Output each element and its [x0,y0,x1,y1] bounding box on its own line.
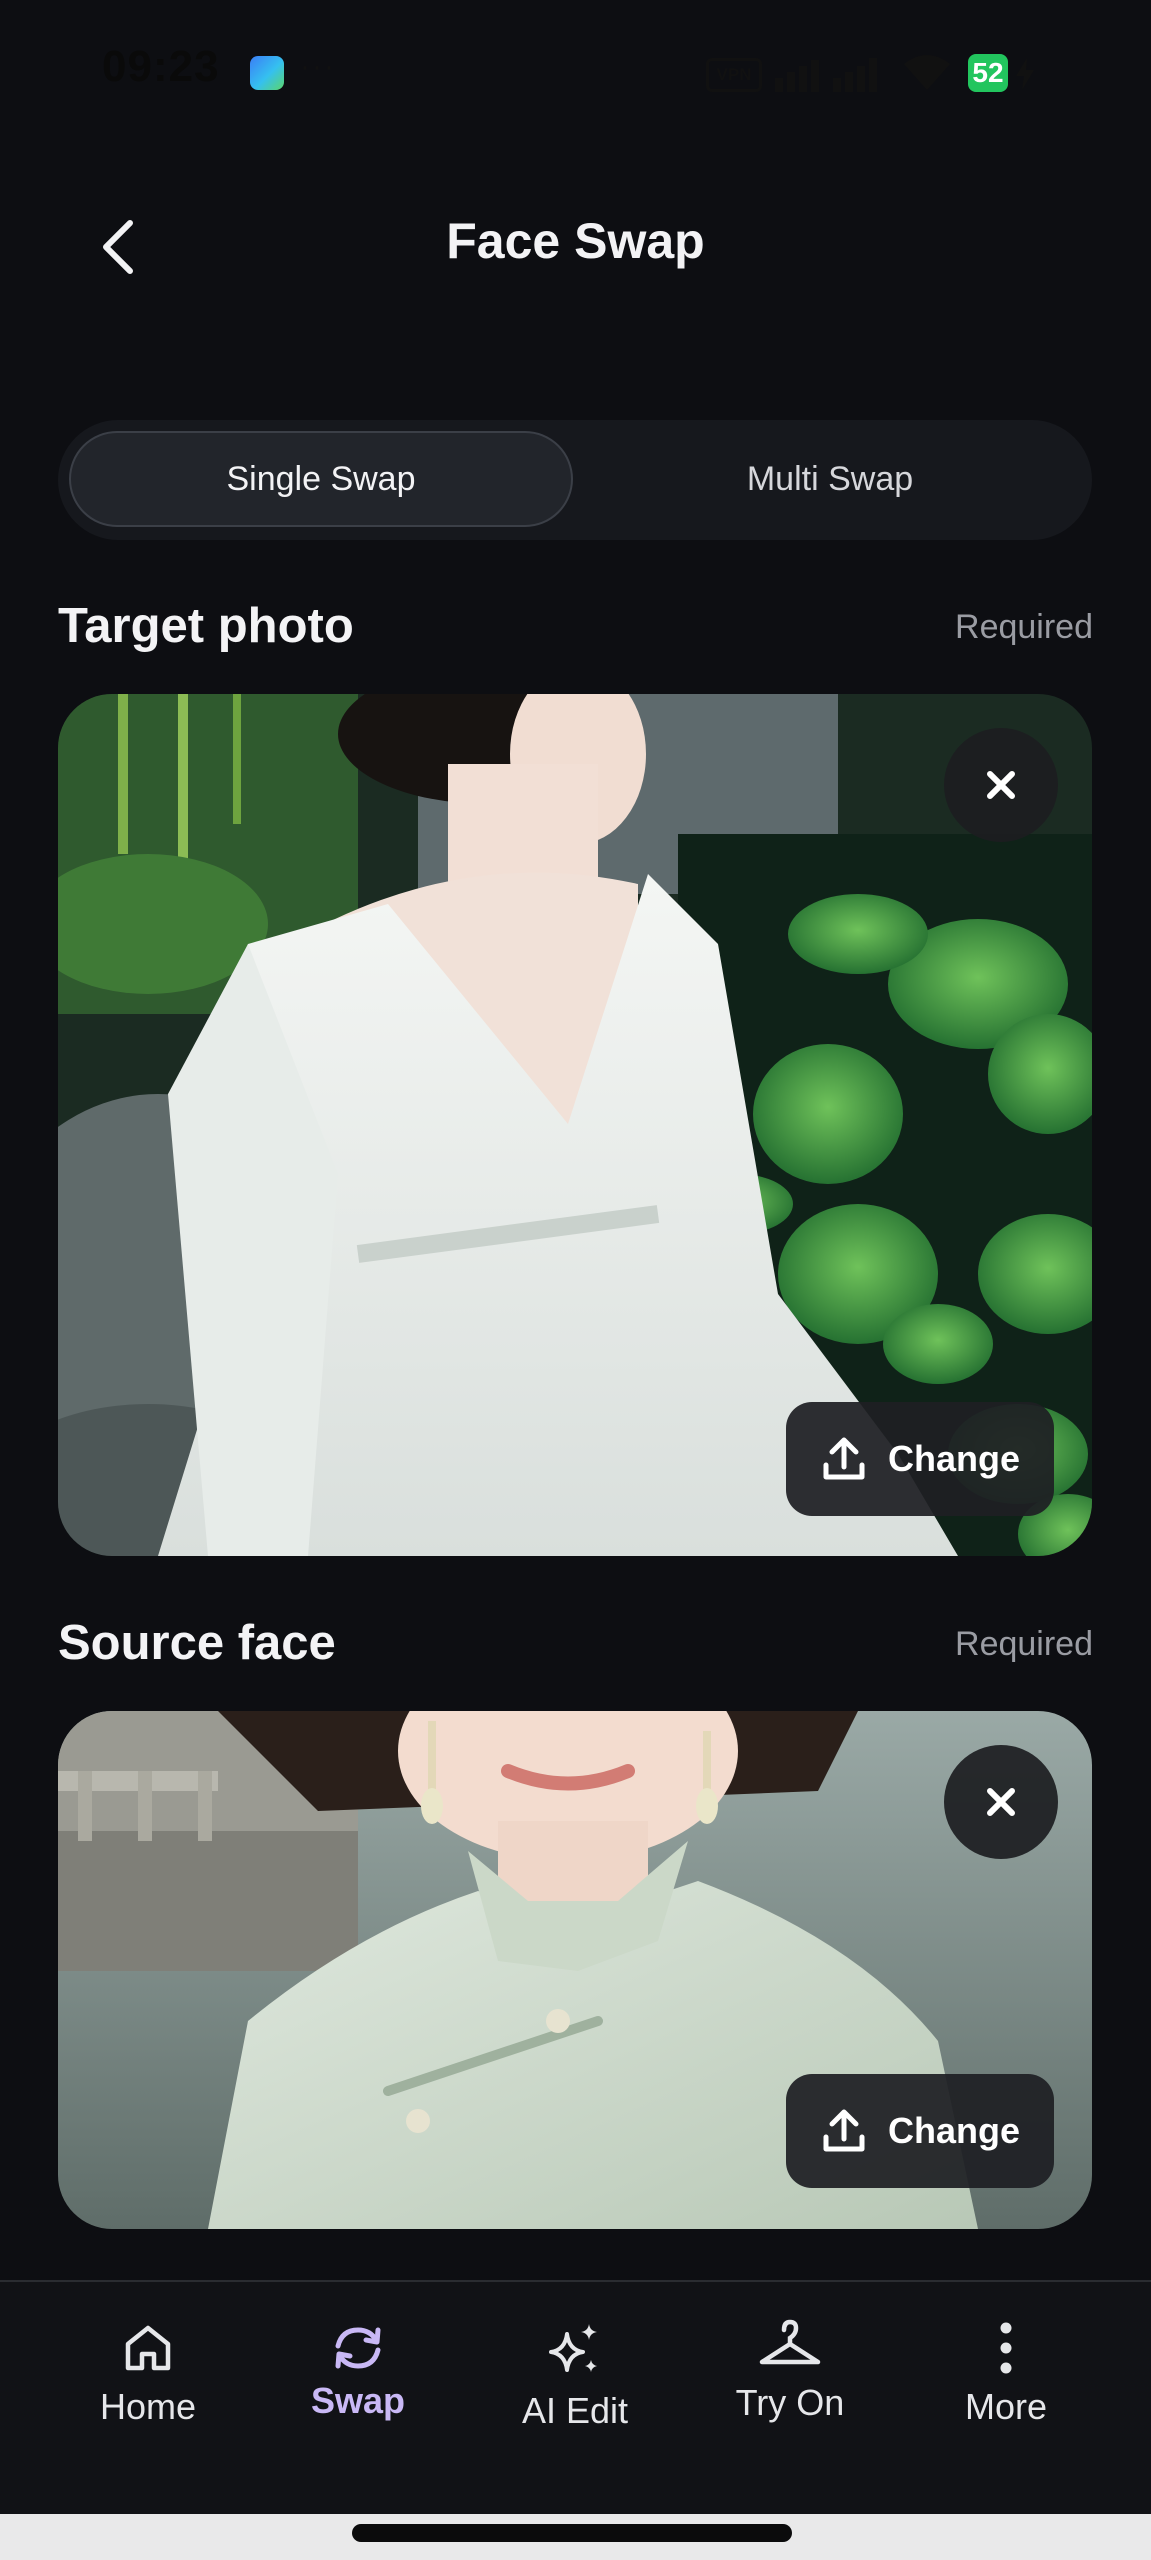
page-title: Face Swap [446,213,705,269]
remove-target-button[interactable] [944,728,1058,842]
more-notifications-icon: ··· [300,50,336,83]
nav-try-on-label: Try On [735,2382,845,2423]
vpn-icon: VPN [706,58,762,92]
app-notification-icon [250,56,284,90]
nav-more[interactable]: More [906,2320,1106,2428]
nav-try-on[interactable]: Try On [690,2316,890,2424]
nav-more-label: More [964,2386,1048,2427]
nav-swap-label: Swap [310,2380,406,2421]
change-target-button[interactable]: Change [786,1402,1054,1516]
hanger-icon [759,2319,821,2365]
upload-icon [823,2109,865,2152]
status-time: 09:23 [102,42,220,91]
close-icon [987,1788,1015,1816]
close-icon [987,771,1015,799]
target-photo-image[interactable]: Change [58,694,1092,1556]
more-vertical-icon [1000,2322,1012,2374]
change-source-label: Change [887,2110,1020,2151]
tab-single-swap[interactable]: Single Swap [69,431,573,527]
nav-home-label: Home [99,2386,197,2427]
target-photo-title: Target photo [58,599,354,653]
home-icon [125,2325,171,2371]
target-required-label: Required [955,608,1093,646]
sparkle-icon [549,2324,597,2372]
change-target-label: Change [887,1438,1020,1479]
swap-refresh-icon [335,2327,381,2369]
upload-icon [823,1437,865,1480]
battery-icon: 52 [968,54,1008,92]
source-face-title: Source face [58,1616,336,1670]
nav-ai-edit[interactable]: AI Edit [475,2320,675,2432]
tab-multi-swap[interactable]: Multi Swap [580,431,1080,527]
home-indicator[interactable] [352,2524,792,2542]
charging-bolt-icon [1016,58,1034,90]
source-face-image[interactable]: Change [58,1711,1092,2229]
signal-icon [775,58,877,92]
change-source-button[interactable]: Change [786,2074,1054,2188]
nav-home[interactable]: Home [48,2320,248,2428]
source-required-label: Required [955,1625,1093,1663]
remove-source-button[interactable] [944,1745,1058,1859]
nav-swap[interactable]: Swap [258,2320,458,2422]
wifi-icon [904,55,950,90]
nav-ai-edit-label: AI Edit [521,2390,629,2431]
